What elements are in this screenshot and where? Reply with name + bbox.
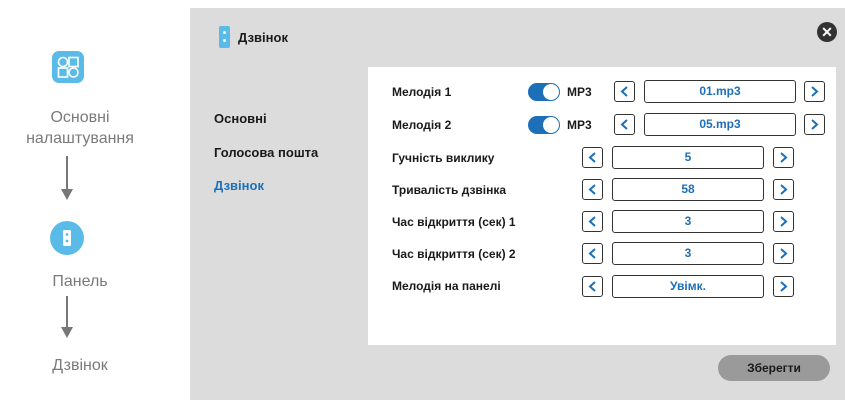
next-button[interactable]: [773, 276, 794, 297]
arrow-line: [66, 296, 68, 328]
row-label-panel-melody: Мелодія на панелі: [392, 279, 501, 293]
chevron-right-icon: [811, 86, 819, 97]
chevron-left-icon: [588, 281, 596, 292]
settings-panel: Дзвінок ✕ Основні Голосова пошта Дзвінок…: [190, 8, 845, 400]
close-button[interactable]: ✕: [817, 22, 837, 42]
row-label-melody-2: Мелодія 2: [392, 118, 452, 132]
settings-card: Мелодія 1 MP3 01.mp3 Мелодія 2 MP3 05.mp…: [368, 67, 836, 345]
chevron-left-icon: [588, 216, 596, 227]
value-ring-duration: 58: [612, 178, 764, 201]
mp3-label: MP3: [567, 118, 592, 132]
save-button[interactable]: Зберегти: [718, 355, 830, 381]
chevron-left-icon: [588, 184, 596, 195]
value-melody-1: 01.mp3: [644, 80, 796, 103]
row-label-melody-1: Мелодія 1: [392, 85, 452, 99]
value-melody-2: 05.mp3: [644, 113, 796, 136]
chevron-left-icon: [588, 248, 596, 259]
row-label-call-volume: Гучність виклику: [392, 151, 495, 165]
door-panel-icon[interactable]: [50, 221, 84, 255]
chevron-left-icon: [588, 152, 596, 163]
breadcrumb: Основні налаштування Панель Дзвінок: [0, 0, 190, 400]
next-button[interactable]: [773, 179, 794, 200]
chevron-right-icon: [780, 152, 788, 163]
breadcrumb-item-call: Дзвінок: [52, 357, 108, 374]
breadcrumb-item-panel[interactable]: Панель: [0, 271, 160, 292]
prev-button[interactable]: [614, 81, 635, 102]
value-call-volume: 5: [612, 146, 764, 169]
mp3-toggle-1[interactable]: [528, 83, 560, 101]
value-panel-melody: Увімк.: [612, 275, 764, 298]
chevron-right-icon: [780, 216, 788, 227]
next-button[interactable]: [804, 114, 825, 135]
next-button[interactable]: [773, 147, 794, 168]
chevron-right-icon: [780, 248, 788, 259]
prev-button[interactable]: [582, 211, 603, 232]
menu-item-main[interactable]: Основні: [214, 111, 267, 126]
chevron-right-icon: [780, 184, 788, 195]
prev-button[interactable]: [582, 147, 603, 168]
arrow-down-icon: [61, 189, 73, 200]
grid-settings-icon[interactable]: [52, 51, 84, 83]
value-open-time-1: 3: [612, 210, 764, 233]
row-label-open-time-2: Час відкриття (сек) 2: [392, 247, 516, 261]
prev-button[interactable]: [582, 243, 603, 264]
prev-button[interactable]: [614, 114, 635, 135]
row-label-open-time-1: Час відкриття (сек) 1: [392, 215, 516, 229]
menu-item-voicemail[interactable]: Голосова пошта: [214, 145, 318, 160]
mp3-toggle-2[interactable]: [528, 116, 560, 134]
next-button[interactable]: [773, 243, 794, 264]
arrow-line: [66, 156, 68, 190]
breadcrumb-item-main-settings[interactable]: Основні налаштування: [0, 107, 160, 149]
chevron-right-icon: [780, 281, 788, 292]
chevron-left-icon: [620, 86, 628, 97]
menu-item-call[interactable]: Дзвінок: [214, 178, 264, 193]
arrow-down-icon: [61, 327, 73, 338]
row-label-ring-duration: Тривалість дзвінка: [392, 183, 507, 197]
chevron-left-icon: [620, 119, 628, 130]
prev-button[interactable]: [582, 179, 603, 200]
close-icon: ✕: [821, 24, 833, 40]
prev-button[interactable]: [582, 276, 603, 297]
app-root: Основні налаштування Панель Дзвінок Дзві…: [0, 0, 845, 400]
mp3-label: MP3: [567, 85, 592, 99]
value-open-time-2: 3: [612, 242, 764, 265]
page-title: Дзвінок: [238, 30, 288, 45]
next-button[interactable]: [804, 81, 825, 102]
next-button[interactable]: [773, 211, 794, 232]
chevron-right-icon: [811, 119, 819, 130]
door-panel-icon: [219, 26, 230, 48]
